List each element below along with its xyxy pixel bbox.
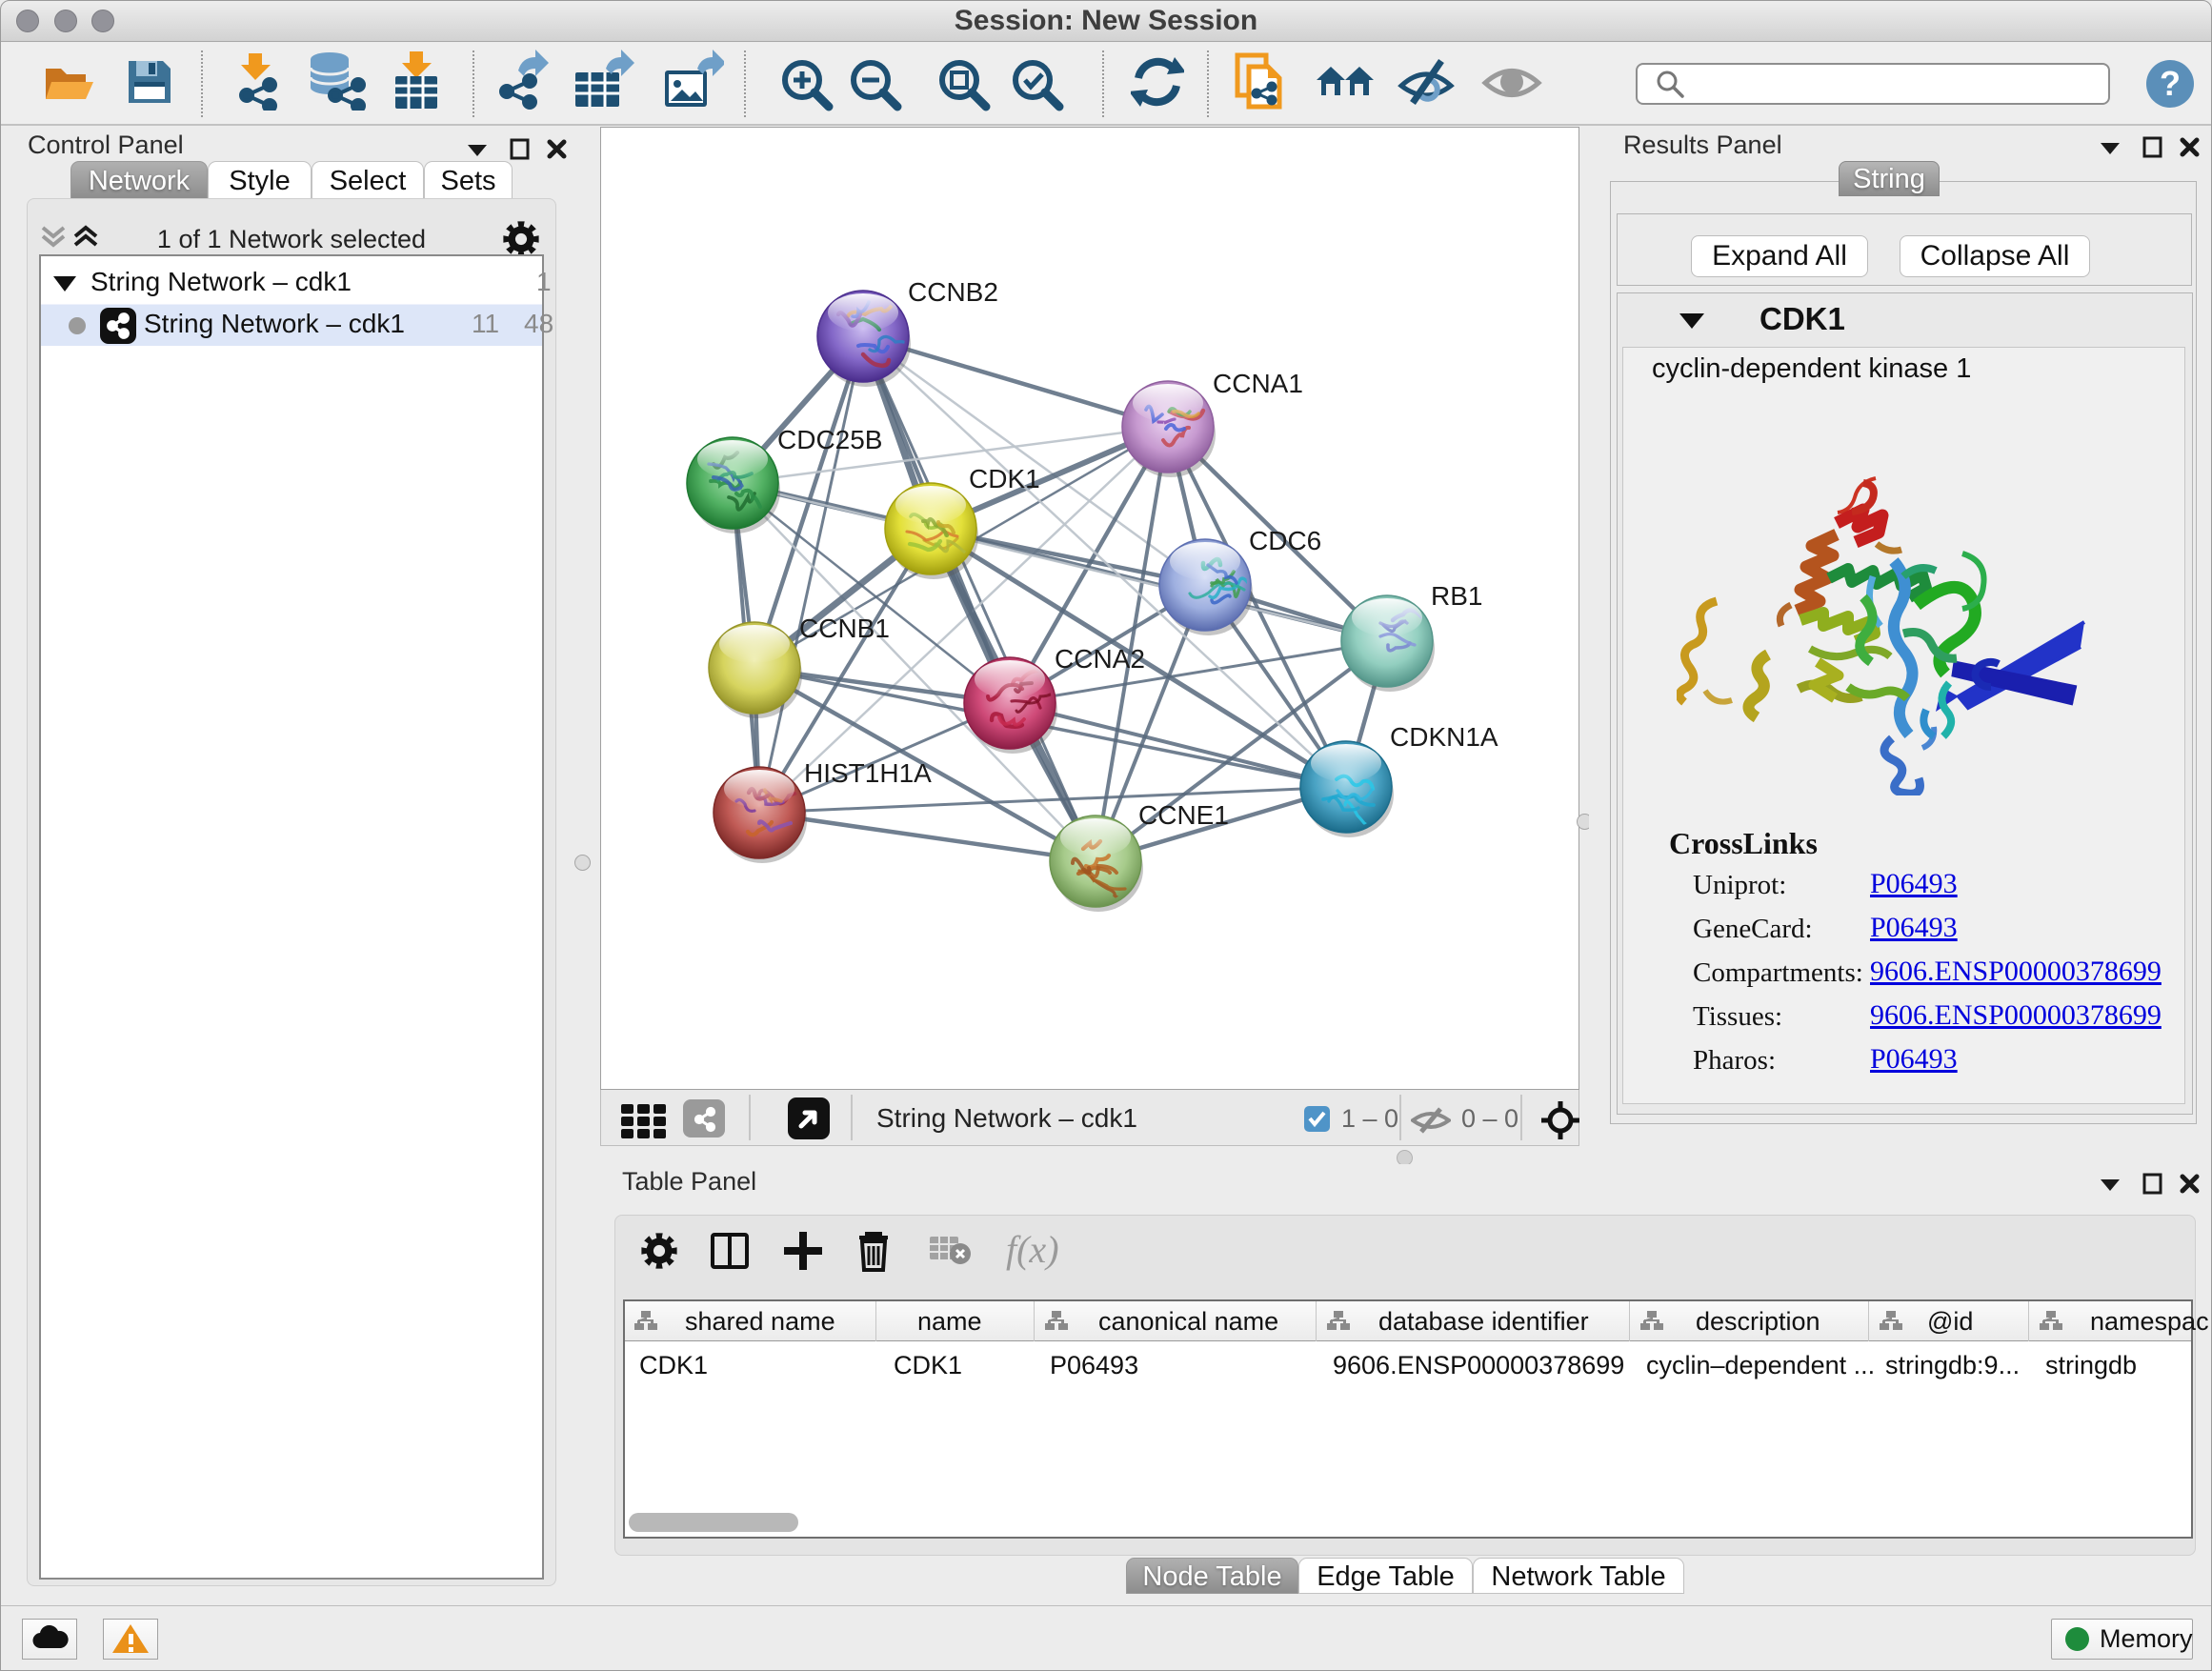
svg-text:RB1: RB1 [1431,581,1482,611]
svg-text:CDK1: CDK1 [969,464,1040,493]
svg-text:HIST1H1A: HIST1H1A [804,758,932,788]
svg-text:CCNE1: CCNE1 [1138,800,1229,830]
svg-text:?: ? [2160,64,2181,103]
svg-text:CDC25B: CDC25B [777,425,882,454]
svg-text:CDKN1A: CDKN1A [1390,722,1498,752]
svg-text:CCNB2: CCNB2 [908,277,998,307]
svg-text:CCNA1: CCNA1 [1213,369,1303,398]
svg-text:CDC6: CDC6 [1249,526,1321,555]
svg-text:CCNB1: CCNB1 [799,614,890,643]
svg-text:CCNA2: CCNA2 [1055,644,1145,674]
